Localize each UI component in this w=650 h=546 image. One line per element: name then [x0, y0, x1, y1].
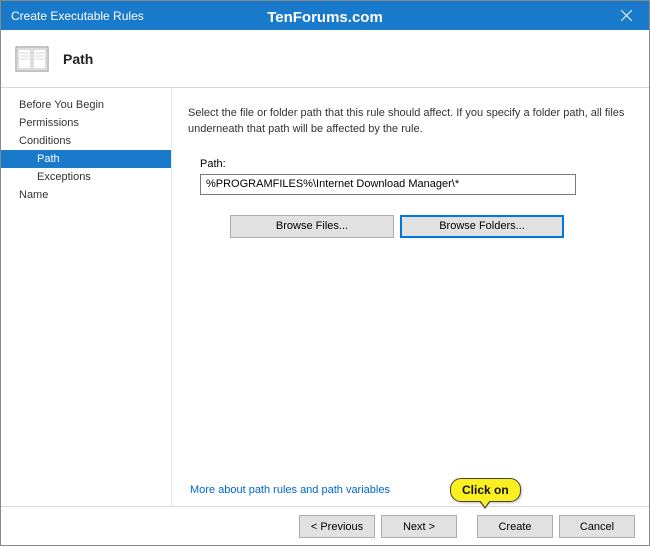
path-label: Path:: [200, 158, 627, 170]
sidebar-item-label: Path: [37, 153, 60, 165]
main-panel: Select the file or folder path that this…: [171, 88, 649, 506]
close-icon: [621, 10, 632, 21]
browse-folders-button[interactable]: Browse Folders...: [400, 215, 564, 238]
spacer: [188, 238, 627, 484]
cancel-button[interactable]: Cancel: [559, 515, 635, 538]
wizard-sidebar: Before You Begin Permissions Conditions …: [1, 88, 171, 506]
next-button[interactable]: Next >: [381, 515, 457, 538]
sidebar-item-conditions[interactable]: Conditions: [1, 132, 171, 150]
sidebar-item-permissions[interactable]: Permissions: [1, 114, 171, 132]
spacer: [463, 515, 471, 546]
wizard-footer: Click on < Previous Next > Create Cancel: [1, 506, 649, 546]
wizard-header: Path: [1, 30, 649, 88]
sidebar-subitem-path[interactable]: Path: [1, 150, 171, 168]
book-icon: [15, 44, 49, 74]
page-title: Path: [63, 51, 93, 67]
description-text: Select the file or folder path that this…: [188, 102, 627, 138]
close-button[interactable]: [604, 1, 649, 30]
content-area: Before You Begin Permissions Conditions …: [1, 88, 649, 506]
create-button[interactable]: Create: [477, 515, 553, 538]
path-input[interactable]: [200, 174, 576, 195]
sidebar-item-label: Conditions: [19, 135, 71, 147]
previous-button[interactable]: < Previous: [299, 515, 375, 538]
sidebar-item-before-you-begin[interactable]: Before You Begin: [1, 96, 171, 114]
browse-buttons-row: Browse Files... Browse Folders...: [230, 215, 627, 238]
help-link[interactable]: More about path rules and path variables: [190, 484, 627, 496]
titlebar: Create Executable Rules: [1, 1, 649, 30]
sidebar-item-name[interactable]: Name: [1, 186, 171, 204]
sidebar-item-label: Exceptions: [37, 171, 91, 183]
sidebar-item-label: Permissions: [19, 117, 79, 129]
sidebar-subitem-exceptions[interactable]: Exceptions: [1, 168, 171, 186]
annotation-callout: Click on: [450, 478, 521, 502]
sidebar-item-label: Before You Begin: [19, 99, 104, 111]
sidebar-item-label: Name: [19, 189, 48, 201]
window-title: Create Executable Rules: [11, 9, 144, 23]
browse-files-button[interactable]: Browse Files...: [230, 215, 394, 238]
